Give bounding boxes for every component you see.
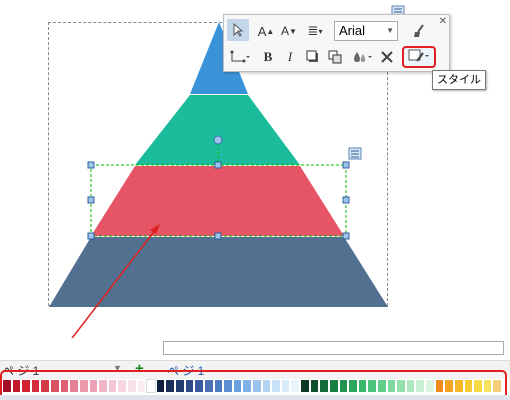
resize-handle[interactable] [214,161,222,169]
align-icon[interactable]: ≣ ▾ [304,20,326,42]
style-button[interactable] [402,46,436,68]
bold-icon[interactable]: B [260,46,276,68]
copy-format-icon[interactable] [326,46,344,68]
chevron-down-icon: ▼ [386,26,394,35]
italic-icon[interactable]: I [282,46,298,68]
font-grow-icon[interactable]: A ▲ [256,20,276,42]
pyramid-level-3[interactable] [91,166,344,236]
connector-icon[interactable] [228,46,252,68]
shadow-icon[interactable] [304,46,322,68]
resize-handle[interactable] [87,161,95,169]
pyramid-level-2[interactable] [135,95,300,165]
style-icon [408,49,430,66]
close-icon[interactable]: ✕ [439,16,447,27]
floating-format-toolbar: A ▲ A ▼ ≣ ▾ Arial ▼ ✕ B I [223,14,450,72]
drawing-canvas[interactable]: A ▲ A ▼ ≣ ▾ Arial ▼ ✕ B I スタイル [0,0,510,338]
horizontal-scrollbar[interactable] [163,341,504,355]
brush-icon[interactable] [409,20,429,42]
pyramid-level-4[interactable] [49,237,388,307]
resize-handle[interactable] [214,232,222,240]
status-strip [0,395,510,400]
resize-handle[interactable] [87,232,95,240]
resize-handle[interactable] [342,196,350,204]
font-name-value: Arial [339,23,366,38]
resize-handle[interactable] [342,232,350,240]
fill-icon[interactable] [348,46,374,68]
pointer-icon[interactable] [227,19,249,41]
shape-menu-icon[interactable] [348,147,362,160]
resize-handle[interactable] [87,196,95,204]
rotation-handle[interactable] [213,135,223,145]
tools-icon[interactable] [378,46,398,68]
font-shrink-icon[interactable]: A ▼ [279,20,299,42]
resize-handle[interactable] [342,161,350,169]
style-tooltip: スタイル [432,70,486,90]
font-family-select[interactable]: Arial ▼ [334,21,398,41]
